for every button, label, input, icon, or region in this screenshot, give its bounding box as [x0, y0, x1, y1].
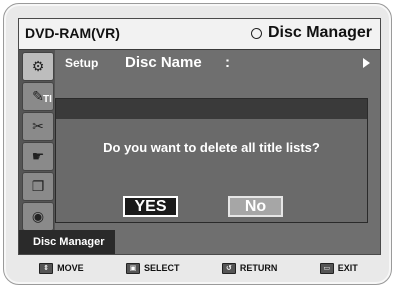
yes-button[interactable]: YES: [123, 196, 178, 217]
dialog-header: [56, 99, 367, 119]
setup-label: Setup: [65, 56, 99, 70]
sidebar-item-edit[interactable]: ✂: [22, 112, 54, 141]
circle-icon: [250, 27, 262, 39]
hint-label: SELECT: [144, 263, 180, 273]
arrow-right-icon: [363, 58, 370, 68]
setup-row[interactable]: Setup Disc Name :: [55, 50, 380, 78]
sidebar-item-disc-manager[interactable]: ◉: [22, 202, 54, 231]
scissors-icon: ✂: [32, 118, 44, 134]
menu-title: Disc Manager: [250, 24, 372, 42]
sidebar: ⚙ ✎ ✂ ☛ ❐ ◉: [19, 50, 55, 254]
hand-icon: ☛: [31, 148, 45, 164]
hint-select: ▣ SELECT: [126, 262, 180, 274]
confirm-dialog: Do you want to delete all title lists? Y…: [55, 98, 368, 223]
sidebar-item-copy[interactable]: ❐: [22, 172, 54, 201]
disc-name-label: Disc Name: [125, 54, 202, 71]
hint-return: ↺ RETURN: [221, 262, 278, 274]
disc-icon: ◉: [31, 208, 45, 224]
gear-icon: ⚙: [31, 58, 45, 74]
hint-label: MOVE: [57, 263, 84, 273]
select-icon: ▣: [126, 262, 141, 274]
screen: DVD-RAM(VR) Disc Manager ⚙ ✎ ✂ ☛ ❐ ◉ Set…: [18, 18, 381, 255]
hint-label: RETURN: [239, 263, 278, 273]
hint-bar: ⇕ MOVE ▣ SELECT ↺ RETURN ▭ EXIT: [18, 257, 379, 279]
title-bar: DVD-RAM(VR) Disc Manager: [19, 19, 380, 50]
move-icon: ⇕: [39, 262, 54, 274]
sidebar-item-record[interactable]: ☛: [22, 142, 54, 171]
dialog-question: Do you want to delete all title lists?: [103, 140, 320, 155]
return-icon: ↺: [221, 262, 236, 274]
colon: :: [225, 54, 230, 71]
sidebar-item-setup[interactable]: ⚙: [22, 52, 54, 81]
disc-manager-tab[interactable]: Disc Manager: [19, 230, 115, 254]
partial-menu-label: TI: [43, 94, 52, 105]
hint-move: ⇕ MOVE: [39, 262, 84, 274]
copy-icon: ❐: [31, 178, 45, 194]
hint-exit: ▭ EXIT: [319, 262, 358, 274]
mode-label: DVD-RAM(VR): [25, 25, 120, 41]
exit-icon: ▭: [319, 262, 334, 274]
menu-title-text: Disc Manager: [267, 24, 372, 41]
no-button[interactable]: No: [228, 196, 283, 217]
hint-label: EXIT: [337, 263, 358, 273]
